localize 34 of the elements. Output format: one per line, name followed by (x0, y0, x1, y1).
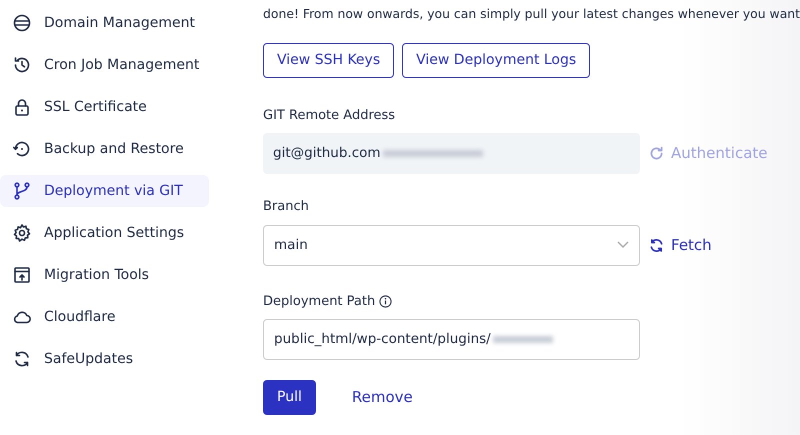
outline-button[interactable]: View Deployment Logs (402, 42, 590, 78)
pull-button[interactable]: Pull (263, 380, 316, 416)
sidebar-item[interactable]: Backup and Restore (0, 133, 210, 165)
sidebar-item[interactable]: Cloudflare (0, 301, 210, 333)
outline-button[interactable]: View SSH Keys (263, 42, 394, 78)
intro-text: done! From now onwards, you can simply pull your latest changes whenever you want (263, 5, 800, 23)
chevron-down-icon (617, 241, 630, 250)
action-link[interactable]: Fetch (648, 234, 712, 256)
gear-icon (12, 223, 32, 243)
field-label: Deployment Path (263, 292, 376, 311)
field-label: Branch (263, 198, 310, 216)
history-icon (12, 55, 32, 75)
remote-address-field[interactable]: git@github.com (263, 133, 640, 174)
sidebar-item[interactable]: Application Settings (0, 217, 210, 249)
restore-icon (12, 139, 32, 159)
lock-icon (12, 97, 32, 117)
branch-dropdown[interactable]: main (263, 224, 640, 266)
globe-icon (12, 13, 32, 33)
upload-window-icon (12, 265, 32, 285)
sidebar-item[interactable]: SSL Certificate (0, 91, 210, 123)
blurred-text (492, 336, 553, 344)
refresh-icon (648, 145, 666, 162)
field-label: GIT Remote Address (263, 106, 396, 125)
sidebar-item[interactable]: Deployment via GIT (0, 175, 210, 207)
sidebar-item[interactable]: Migration Tools (0, 259, 210, 291)
refresh-icon (648, 236, 666, 254)
sidebar-item[interactable]: Cron Job Management (0, 49, 210, 81)
sidebar-item[interactable]: SafeUpdates (0, 343, 210, 375)
info-icon (379, 294, 392, 308)
sidebar-item[interactable]: Domain Management (0, 7, 210, 39)
deployment-path-field[interactable]: public_html/wp-content/plugins/ (263, 319, 640, 360)
branch-icon (12, 181, 32, 201)
remove-link[interactable]: Remove (352, 386, 413, 409)
sync-icon (12, 349, 32, 369)
